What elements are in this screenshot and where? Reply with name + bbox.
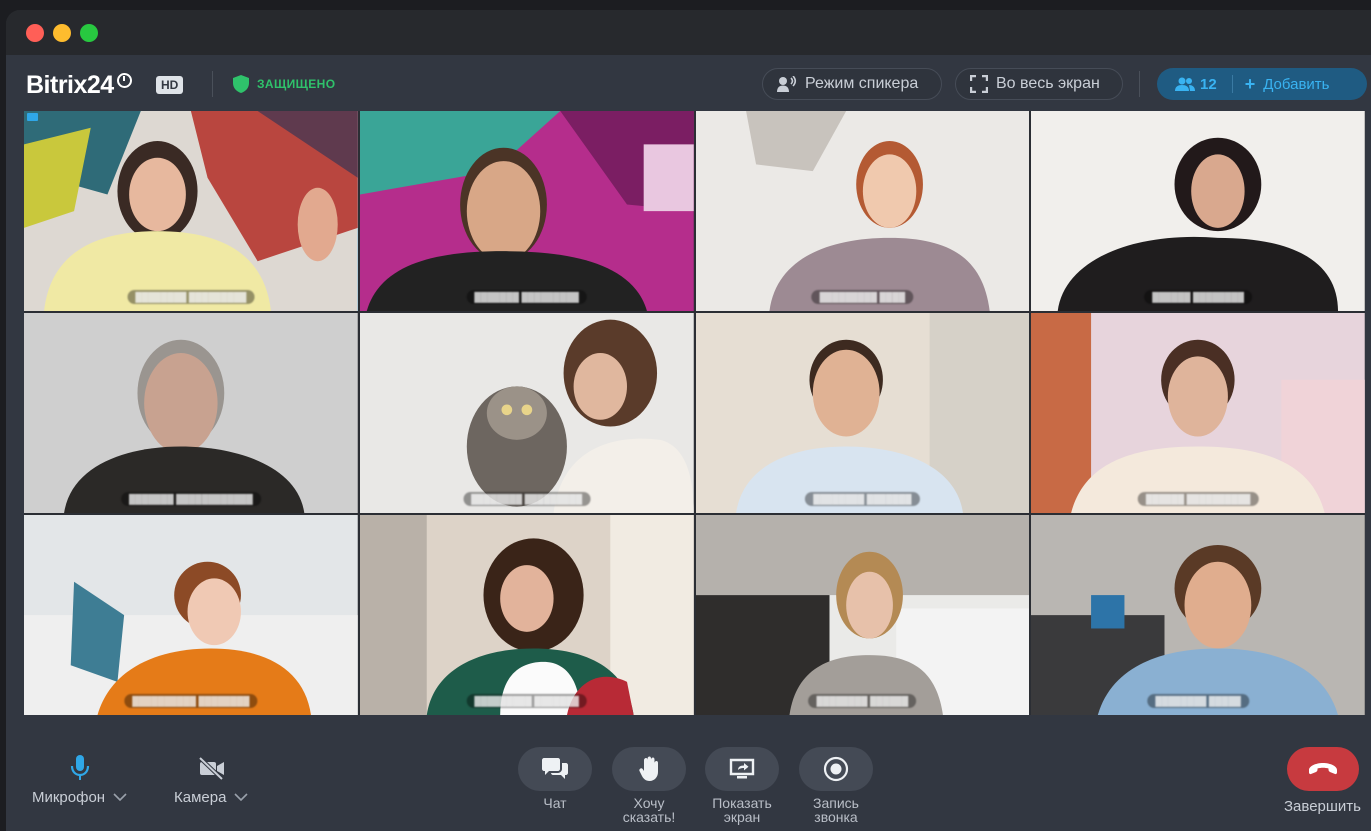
speaker-icon	[777, 76, 797, 92]
participants-divider	[1231, 75, 1233, 93]
video-tile[interactable]: █████████ ███████	[359, 515, 694, 715]
video-feed	[695, 313, 1030, 513]
participant-name-tag: ████████ █████████	[127, 290, 255, 304]
record-icon	[823, 756, 849, 782]
video-tile[interactable]: ███████ ████████████	[24, 313, 358, 513]
fullscreen-icon	[970, 75, 988, 93]
share-screen-control[interactable]: Показать экран	[705, 747, 779, 824]
video-feed	[24, 515, 358, 715]
participant-name-tag: ██████ ████████	[1144, 290, 1253, 304]
minimize-window-button[interactable]	[53, 24, 71, 42]
chat-control[interactable]: Чат	[518, 747, 592, 810]
video-tile[interactable]: ██████ ████████	[1031, 111, 1365, 311]
video-tile[interactable]: ██████████ ████████	[24, 515, 358, 715]
video-feed	[695, 515, 1030, 715]
users-icon	[1175, 77, 1195, 91]
chevron-down-icon[interactable]	[234, 792, 248, 804]
video-tile[interactable]: ████████ ██████	[695, 515, 1030, 715]
end-call-button[interactable]	[1286, 747, 1359, 791]
participants-bar[interactable]: 12 + Добавить	[1157, 68, 1367, 100]
video-grid: ████████ █████████ ███████ █████████ ███…	[24, 111, 1365, 715]
record-label: Запись звонка	[813, 795, 859, 825]
header-divider	[1139, 71, 1140, 97]
video-feed	[359, 515, 694, 715]
logo-text: Bitrix24	[26, 71, 114, 99]
video-tile[interactable]: █████████ ████	[695, 111, 1030, 311]
fullscreen-label: Во весь экран	[996, 75, 1100, 92]
participant-name-tag: ████████ ███████	[805, 492, 920, 506]
hd-badge: HD	[156, 76, 184, 94]
participant-name-tag: █████████ ████	[811, 290, 914, 304]
raise-hand-button[interactable]	[612, 747, 686, 791]
active-speaker-icon	[27, 113, 38, 121]
camera-off-icon[interactable]	[195, 755, 227, 781]
camera-label: Камера	[174, 789, 227, 806]
video-tile[interactable]: ███████ █████████	[359, 111, 694, 311]
participant-name-tag: ████████ ██████	[808, 694, 917, 708]
plus-icon: +	[1244, 73, 1256, 94]
participants-count: 12	[1200, 75, 1217, 93]
participant-name-tag: ██████████ ████████	[124, 694, 258, 708]
chevron-down-icon[interactable]	[113, 792, 127, 804]
end-call-control[interactable]: Завершить	[1284, 747, 1361, 815]
fullscreen-button[interactable]: Во весь экран	[955, 68, 1123, 100]
chat-icon	[542, 758, 568, 779]
maximize-window-button[interactable]	[80, 24, 98, 42]
add-participant-button[interactable]: Добавить	[1263, 76, 1329, 93]
video-feed	[1031, 515, 1365, 715]
camera-control[interactable]: Камера	[174, 755, 248, 806]
participant-name-tag: █████████ ███████	[466, 694, 587, 708]
participant-name-tag: ███████ █████████	[466, 290, 587, 304]
participant-name-tag: ███████ ████████████	[121, 492, 261, 506]
screen-share-icon	[729, 758, 755, 779]
app-window: Bitrix24 HD ЗАЩИЩЕНО Режим спикера Во ве…	[6, 10, 1371, 831]
title-bar	[6, 10, 1371, 55]
participant-name-tag: ████████ █████	[1147, 694, 1249, 708]
video-feed	[695, 111, 1030, 311]
raise-hand-control[interactable]: Хочу сказать!	[612, 747, 686, 824]
video-feed	[24, 111, 358, 311]
video-feed	[1031, 111, 1365, 311]
microphone-control[interactable]: Микрофон	[32, 755, 127, 806]
secure-label: ЗАЩИЩЕНО	[257, 77, 336, 91]
microphone-label: Микрофон	[32, 789, 106, 806]
call-controls: Микрофон Камера Чат Хочу сказать! Показа…	[6, 715, 1371, 831]
share-screen-label: Показать экран	[712, 795, 772, 825]
video-feed	[359, 111, 694, 311]
call-header: Bitrix24 HD ЗАЩИЩЕНО Режим спикера Во ве…	[6, 55, 1371, 111]
secure-indicator: ЗАЩИЩЕНО	[233, 75, 335, 93]
video-feed	[359, 313, 694, 513]
video-tile[interactable]: ██████ ██████████	[1031, 313, 1365, 513]
participant-name-tag: ████████ █████████	[463, 492, 591, 506]
bitrix24-logo: Bitrix24	[26, 71, 132, 100]
video-tile[interactable]: ████████ █████████	[24, 111, 358, 311]
video-tile[interactable]: ████████ ███████	[695, 313, 1030, 513]
record-control[interactable]: Запись звонка	[799, 747, 873, 824]
speaker-mode-button[interactable]: Режим спикера	[762, 68, 942, 100]
header-divider	[212, 71, 213, 97]
raise-hand-label: Хочу сказать!	[622, 795, 676, 825]
video-feed	[24, 313, 358, 513]
microphone-icon[interactable]	[70, 755, 90, 781]
clock-icon	[116, 73, 132, 88]
record-button[interactable]	[799, 747, 873, 791]
hang-up-icon	[1308, 763, 1337, 775]
video-feed	[1031, 313, 1365, 513]
hand-icon	[639, 756, 658, 781]
close-window-button[interactable]	[26, 24, 44, 42]
shield-icon	[233, 75, 249, 93]
speaker-mode-label: Режим спикера	[805, 75, 919, 92]
participant-name-tag: ██████ ██████████	[1137, 492, 1259, 506]
chat-button[interactable]	[518, 747, 592, 791]
share-screen-button[interactable]	[705, 747, 779, 791]
video-call-app: Bitrix24 HD ЗАЩИЩЕНО Режим спикера Во ве…	[6, 55, 1371, 831]
video-tile[interactable]: ████████ █████	[1031, 515, 1365, 715]
chat-label: Чат	[543, 795, 567, 811]
video-tile[interactable]: ████████ █████████	[359, 313, 694, 513]
end-call-label: Завершить	[1284, 798, 1361, 815]
